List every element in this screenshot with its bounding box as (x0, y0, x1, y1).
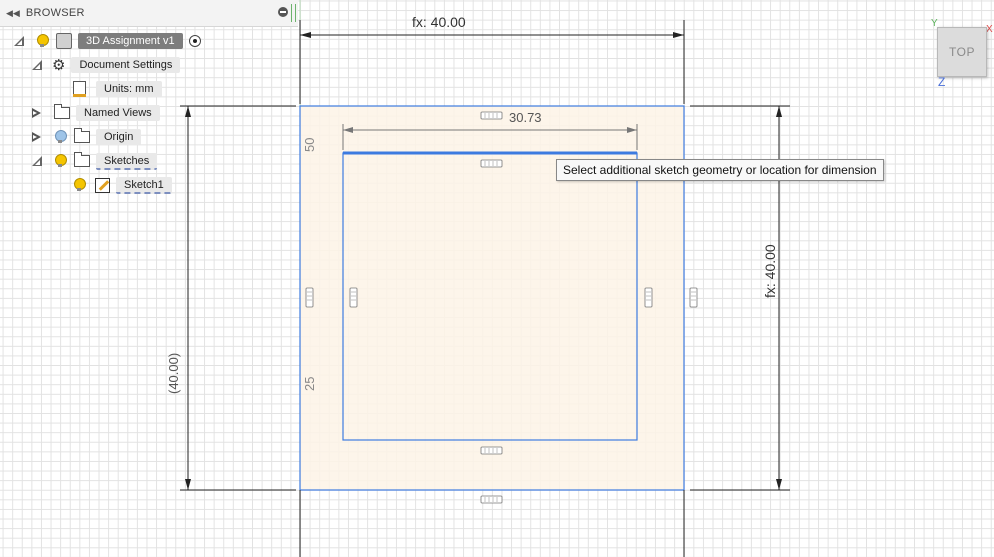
dimension-right-label[interactable]: fx: 40.00 (762, 244, 778, 298)
dimension-inner-bottom-label[interactable]: 25 (302, 377, 317, 391)
arrowhead (776, 106, 782, 117)
sketch-canvas[interactable] (0, 0, 994, 557)
viewcube-axis-x-label: X (986, 24, 993, 35)
arrowhead (300, 32, 311, 38)
arrowhead (185, 479, 191, 490)
dimension-inner-top-label[interactable]: 50 (302, 138, 317, 152)
arrowhead (673, 32, 684, 38)
viewcube-top-face[interactable]: TOP (937, 27, 987, 77)
arrowhead (776, 479, 782, 490)
dimension-tooltip: Select additional sketch geometry or loc… (556, 159, 884, 181)
dimension-top-label[interactable]: fx: 40.00 (412, 14, 466, 30)
dimension-left-label[interactable]: (40.00) (166, 353, 181, 394)
dimension-inner-width-label[interactable]: 30.73 (509, 110, 542, 125)
viewcube-axis-z-label: Z (938, 75, 946, 89)
arrowhead (185, 106, 191, 117)
